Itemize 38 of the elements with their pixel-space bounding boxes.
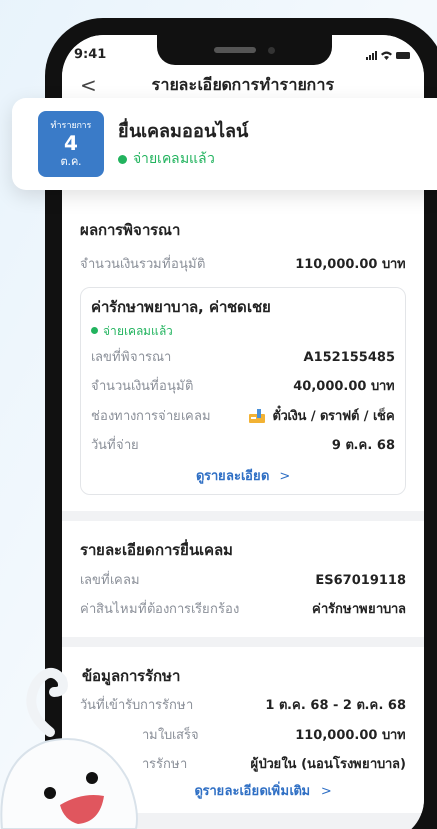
- view-details-link[interactable]: ดูรายละเอียด >: [196, 466, 290, 486]
- date-month: ต.ค.: [60, 156, 82, 166]
- row-label: ารรักษา: [142, 756, 187, 774]
- row-label: จำนวนเงินที่อนุมัติ: [91, 377, 193, 396]
- status-time: 9:41: [74, 46, 106, 64]
- summary-status: จ่ายเคลมแล้ว: [133, 150, 215, 169]
- row-label: วันที่เข้ารับการรักษา: [80, 696, 193, 716]
- payment-document-icon: [248, 408, 266, 424]
- row-value: A152155485: [304, 348, 395, 366]
- summary-title: ยื่นเคลมออนไลน์: [118, 118, 248, 145]
- claim-title: ค่ารักษาพยาบาล, ค่าชดเชย: [91, 297, 272, 318]
- back-button[interactable]: <: [80, 70, 104, 100]
- more-details-link[interactable]: ดูรายละเอียดเพิ่มเติม >: [194, 782, 332, 801]
- row-value: 40,000.00 บาท: [293, 378, 395, 396]
- date-caption: ทำรายการ: [50, 122, 92, 130]
- row-label: เลขที่พิจารณา: [91, 348, 171, 366]
- page-title: รายละเอียดการทำรายการ: [150, 74, 336, 96]
- speaker-grille: [214, 47, 256, 53]
- row-value: ผู้ป่วยใน (นอนโรงพยาบาล): [250, 755, 406, 774]
- row-label: จำนวนเงินรวมที่อนุมัติ: [80, 254, 205, 274]
- row-label: เลขที่เคลม: [80, 570, 140, 590]
- section-heading: ผลการพิจารณา: [80, 220, 181, 241]
- date-day: 4: [64, 130, 78, 156]
- status-icons: [366, 50, 412, 60]
- row-value: 9 ต.ค. 68: [332, 437, 395, 455]
- row-value: 1 ต.ค. 68 - 2 ต.ค. 68: [265, 697, 406, 715]
- row-label: ามใบเสร็จ: [142, 726, 199, 744]
- row-label: วันที่จ่าย: [91, 436, 139, 456]
- row-value: ค่ารักษาพยาบาล: [312, 601, 406, 619]
- row-value: ตั๋วเงิน / ดราฟต์ / เช็ค: [272, 406, 395, 426]
- row-label: ช่องทางการจ่ายเคลม: [91, 408, 211, 426]
- section-heading: รายละเอียดการยื่นเคลม: [80, 538, 234, 561]
- claim-status: จ่ายเคลมแล้ว: [103, 322, 173, 340]
- row-label: ค่าสินไหมที่ต้องการเรียกร้อง: [80, 600, 239, 620]
- row-value: 110,000.00 บาท: [295, 256, 406, 274]
- row-value: 110,000.00 บาท: [295, 726, 406, 744]
- row-value: ES67019118: [315, 572, 406, 590]
- section-heading: ข้อมูลการรักษา: [81, 666, 181, 688]
